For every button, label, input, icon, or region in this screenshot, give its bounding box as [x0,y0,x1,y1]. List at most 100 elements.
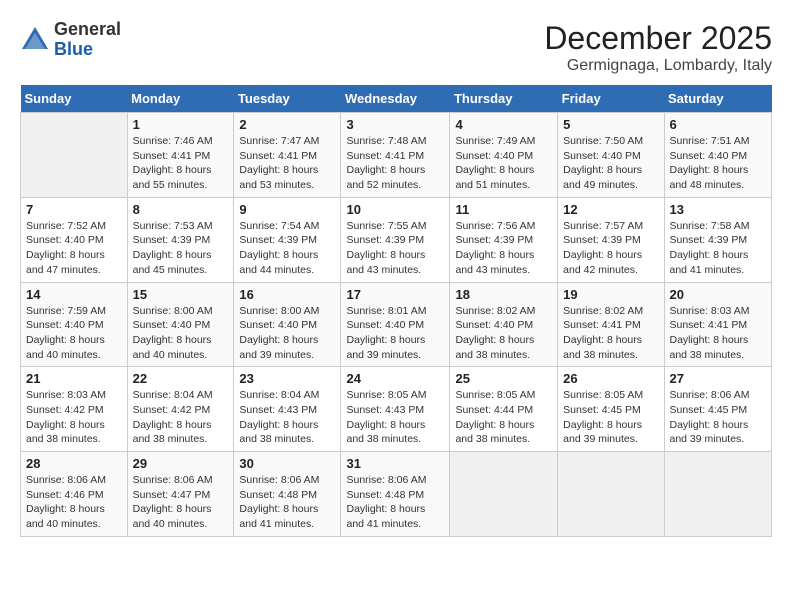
day-number: 26 [563,371,658,386]
header-saturday: Saturday [664,85,772,113]
logo-blue: Blue [54,40,121,60]
day-info: Sunrise: 8:06 AM Sunset: 4:45 PM Dayligh… [670,388,767,447]
day-number: 19 [563,287,658,302]
calendar-title: December 2025 [544,20,772,57]
day-number: 31 [346,456,444,471]
day-number: 2 [239,117,335,132]
logo-icon [20,25,50,55]
day-number: 4 [455,117,552,132]
day-cell: 3 Sunrise: 7:48 AM Sunset: 4:41 PM Daylig… [341,113,450,198]
day-number: 23 [239,371,335,386]
day-cell [558,452,664,537]
header-wednesday: Wednesday [341,85,450,113]
day-cell: 15 Sunrise: 8:00 AM Sunset: 4:40 PM Dayli… [127,282,234,367]
day-info: Sunrise: 7:54 AM Sunset: 4:39 PM Dayligh… [239,219,335,278]
day-number: 5 [563,117,658,132]
day-cell: 14Sunrise: 7:59 AM Sunset: 4:40 PM Dayli… [21,282,128,367]
day-cell: 13Sunrise: 7:58 AM Sunset: 4:39 PM Dayli… [664,197,772,282]
day-info: Sunrise: 7:59 AM Sunset: 4:40 PM Dayligh… [26,304,122,363]
day-cell: 29 Sunrise: 8:06 AM Sunset: 4:47 PM Dayli… [127,452,234,537]
day-cell: 23Sunrise: 8:04 AM Sunset: 4:43 PM Dayli… [234,367,341,452]
day-info: Sunrise: 8:05 AM Sunset: 4:43 PM Dayligh… [346,388,444,447]
day-cell: 16 Sunrise: 8:00 AM Sunset: 4:40 PM Dayli… [234,282,341,367]
day-number: 28 [26,456,122,471]
day-info: Sunrise: 7:49 AM Sunset: 4:40 PM Dayligh… [455,134,552,193]
day-info: Sunrise: 7:48 AM Sunset: 4:41 PM Dayligh… [346,134,444,193]
day-cell: 4 Sunrise: 7:49 AM Sunset: 4:40 PM Daylig… [450,113,558,198]
day-cell: 21 Sunrise: 8:03 AM Sunset: 4:42 PM Dayli… [21,367,128,452]
title-block: December 2025 Germignaga, Lombardy, Ital… [544,20,772,75]
day-number: 6 [670,117,767,132]
day-info: Sunrise: 8:01 AM Sunset: 4:40 PM Dayligh… [346,304,444,363]
day-cell: 28 Sunrise: 8:06 AM Sunset: 4:46 PM Dayli… [21,452,128,537]
day-cell: 12 Sunrise: 7:57 AM Sunset: 4:39 PM Dayli… [558,197,664,282]
day-info: Sunrise: 8:06 AM Sunset: 4:46 PM Dayligh… [26,473,122,532]
day-info: Sunrise: 7:52 AM Sunset: 4:40 PM Dayligh… [26,219,122,278]
header-sunday: Sunday [21,85,128,113]
day-info: Sunrise: 8:06 AM Sunset: 4:47 PM Dayligh… [133,473,229,532]
week-row-4: 21 Sunrise: 8:03 AM Sunset: 4:42 PM Dayli… [21,367,772,452]
day-info: Sunrise: 8:02 AM Sunset: 4:41 PM Dayligh… [563,304,658,363]
day-cell: 18 Sunrise: 8:02 AM Sunset: 4:40 PM Dayli… [450,282,558,367]
day-number: 1 [133,117,229,132]
day-number: 18 [455,287,552,302]
day-info: Sunrise: 8:00 AM Sunset: 4:40 PM Dayligh… [239,304,335,363]
day-number: 10 [346,202,444,217]
day-number: 16 [239,287,335,302]
day-cell: 2 Sunrise: 7:47 AM Sunset: 4:41 PM Daylig… [234,113,341,198]
day-cell [664,452,772,537]
day-cell: 27 Sunrise: 8:06 AM Sunset: 4:45 PM Dayli… [664,367,772,452]
page-header: General Blue December 2025 Germignaga, L… [20,20,772,75]
day-cell: 31 Sunrise: 8:06 AM Sunset: 4:48 PM Dayli… [341,452,450,537]
day-cell: 10 Sunrise: 7:55 AM Sunset: 4:39 PM Dayli… [341,197,450,282]
day-number: 21 [26,371,122,386]
day-number: 20 [670,287,767,302]
day-number: 30 [239,456,335,471]
day-cell: 19 Sunrise: 8:02 AM Sunset: 4:41 PM Dayli… [558,282,664,367]
logo: General Blue [20,20,121,60]
day-cell: 8Sunrise: 7:53 AM Sunset: 4:39 PM Daylig… [127,197,234,282]
day-cell: 5Sunrise: 7:50 AM Sunset: 4:40 PM Daylig… [558,113,664,198]
week-row-1: 1 Sunrise: 7:46 AM Sunset: 4:41 PM Daylig… [21,113,772,198]
day-info: Sunrise: 7:55 AM Sunset: 4:39 PM Dayligh… [346,219,444,278]
day-info: Sunrise: 8:06 AM Sunset: 4:48 PM Dayligh… [239,473,335,532]
day-cell: 25Sunrise: 8:05 AM Sunset: 4:44 PM Dayli… [450,367,558,452]
day-number: 17 [346,287,444,302]
logo-general: General [54,20,121,40]
day-number: 3 [346,117,444,132]
day-info: Sunrise: 8:03 AM Sunset: 4:42 PM Dayligh… [26,388,122,447]
week-row-3: 14Sunrise: 7:59 AM Sunset: 4:40 PM Dayli… [21,282,772,367]
day-cell [450,452,558,537]
day-cell: 7 Sunrise: 7:52 AM Sunset: 4:40 PM Daylig… [21,197,128,282]
week-row-2: 7 Sunrise: 7:52 AM Sunset: 4:40 PM Daylig… [21,197,772,282]
day-number: 15 [133,287,229,302]
day-cell: 30 Sunrise: 8:06 AM Sunset: 4:48 PM Dayli… [234,452,341,537]
day-info: Sunrise: 8:03 AM Sunset: 4:41 PM Dayligh… [670,304,767,363]
day-info: Sunrise: 8:04 AM Sunset: 4:42 PM Dayligh… [133,388,229,447]
day-info: Sunrise: 8:02 AM Sunset: 4:40 PM Dayligh… [455,304,552,363]
day-cell: 9 Sunrise: 7:54 AM Sunset: 4:39 PM Daylig… [234,197,341,282]
day-number: 24 [346,371,444,386]
day-cell: 6Sunrise: 7:51 AM Sunset: 4:40 PM Daylig… [664,113,772,198]
day-number: 27 [670,371,767,386]
day-cell: 22Sunrise: 8:04 AM Sunset: 4:42 PM Dayli… [127,367,234,452]
day-info: Sunrise: 7:56 AM Sunset: 4:39 PM Dayligh… [455,219,552,278]
week-row-5: 28 Sunrise: 8:06 AM Sunset: 4:46 PM Dayli… [21,452,772,537]
day-number: 13 [670,202,767,217]
day-number: 29 [133,456,229,471]
day-info: Sunrise: 8:05 AM Sunset: 4:45 PM Dayligh… [563,388,658,447]
day-number: 12 [563,202,658,217]
day-info: Sunrise: 7:57 AM Sunset: 4:39 PM Dayligh… [563,219,658,278]
day-info: Sunrise: 7:47 AM Sunset: 4:41 PM Dayligh… [239,134,335,193]
day-info: Sunrise: 8:06 AM Sunset: 4:48 PM Dayligh… [346,473,444,532]
day-info: Sunrise: 7:46 AM Sunset: 4:41 PM Dayligh… [133,134,229,193]
header-friday: Friday [558,85,664,113]
header-thursday: Thursday [450,85,558,113]
day-cell: 11Sunrise: 7:56 AM Sunset: 4:39 PM Dayli… [450,197,558,282]
day-info: Sunrise: 8:00 AM Sunset: 4:40 PM Dayligh… [133,304,229,363]
day-number: 9 [239,202,335,217]
day-cell: 26 Sunrise: 8:05 AM Sunset: 4:45 PM Dayli… [558,367,664,452]
day-cell: 24 Sunrise: 8:05 AM Sunset: 4:43 PM Dayli… [341,367,450,452]
day-number: 8 [133,202,229,217]
day-number: 7 [26,202,122,217]
